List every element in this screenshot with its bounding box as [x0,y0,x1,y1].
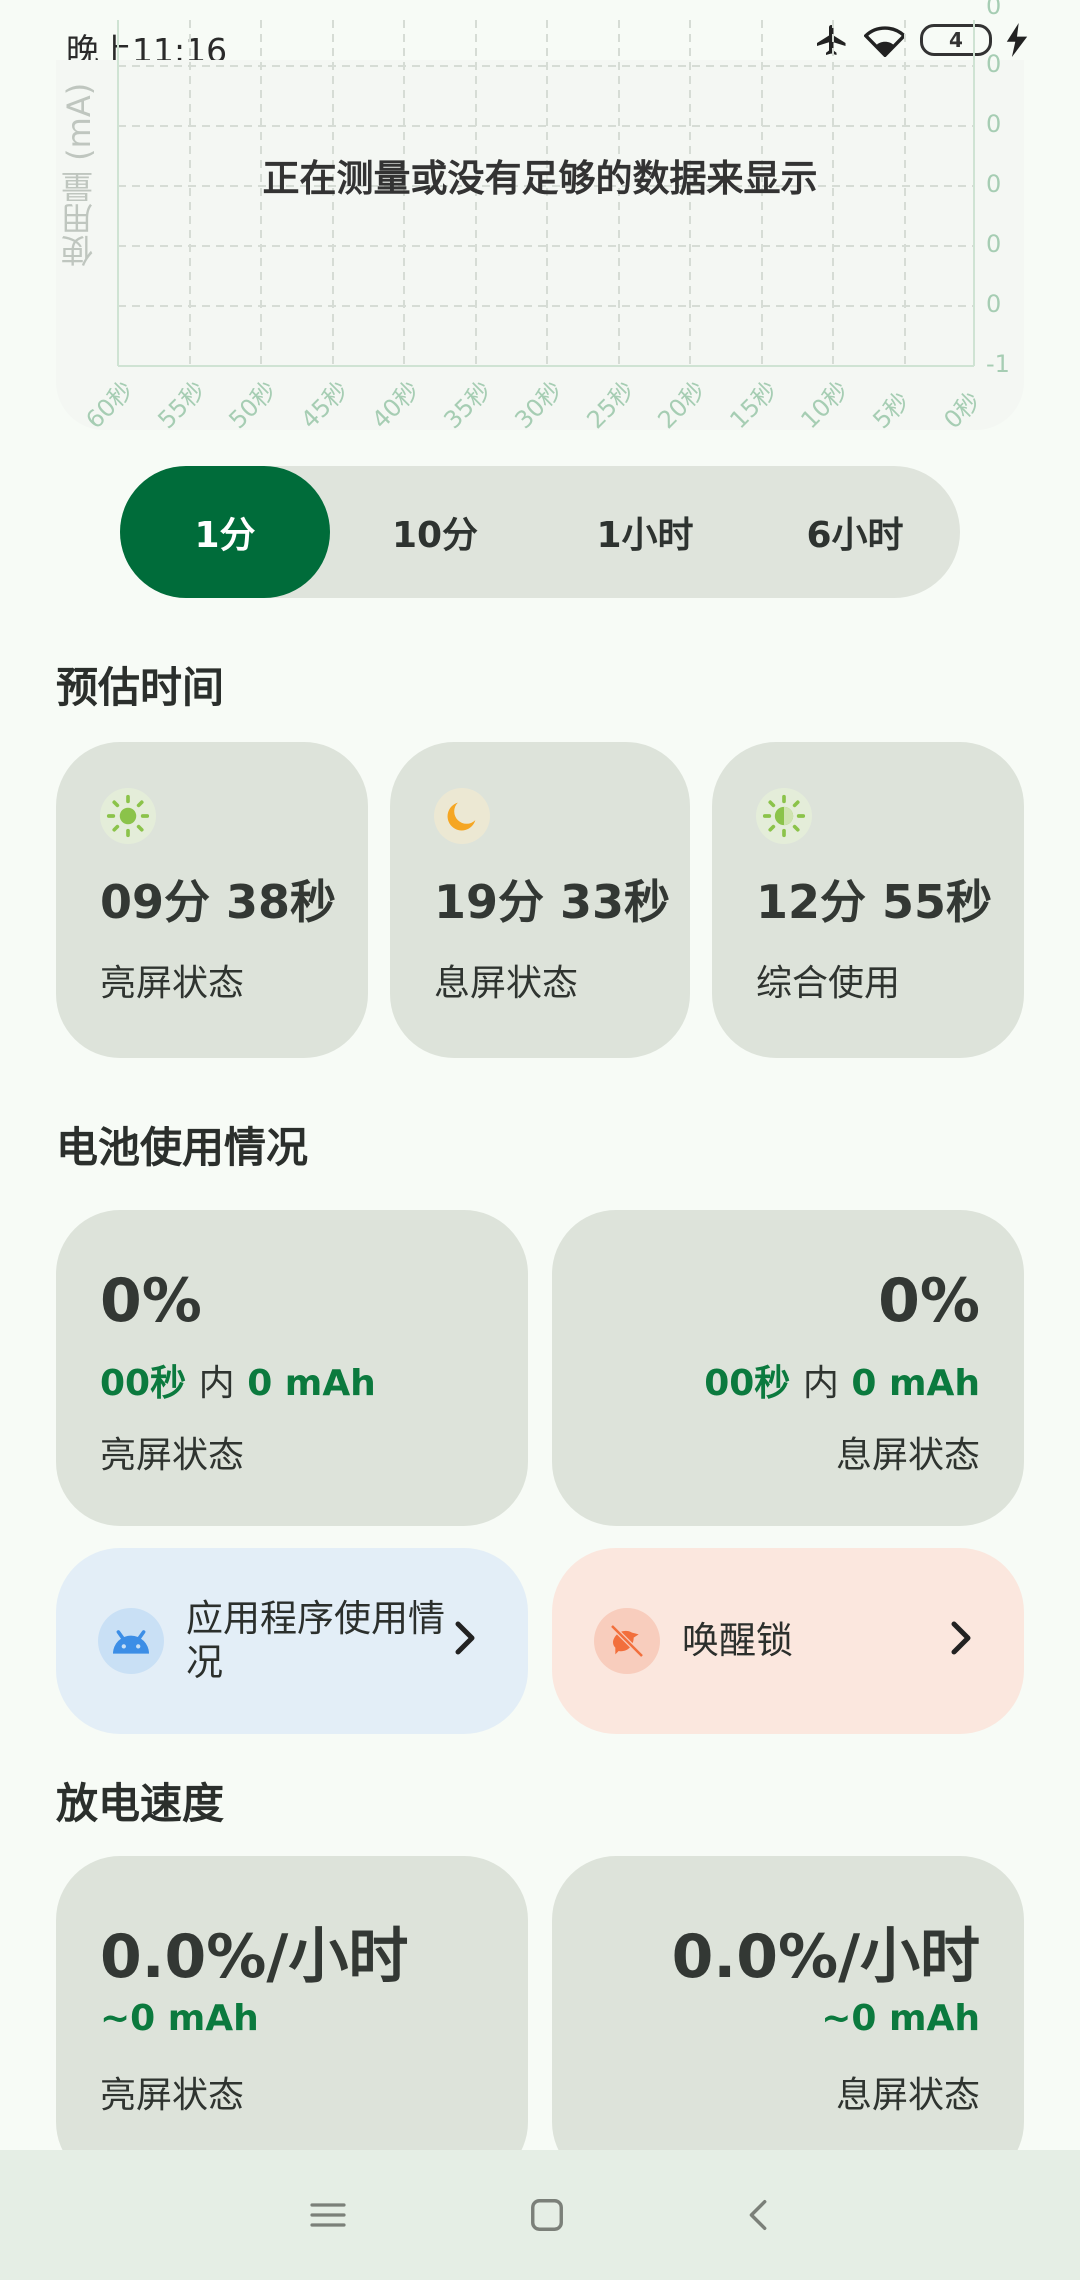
discharge-label: 息屏状态 [835,2075,980,2116]
y-tick: -1 [986,350,1010,378]
x-tick: 55秒 [152,376,210,434]
estimate-value: 09分 38秒 [100,875,337,929]
x-tick: 40秒 [366,376,424,434]
usage-in-text: 内 [802,1363,839,1404]
app-usage-label: 应用程序使用情况 [186,1597,445,1684]
chevron-right-icon [951,1621,971,1655]
range-option-10min[interactable]: 10分 [330,466,540,598]
range-option-1hour[interactable]: 1小时 [540,466,750,598]
moon-icon [434,788,490,844]
discharge-card-screen-off: 0.0%/小时 ~0 mAh 息屏状态 [552,1856,1024,2186]
back-icon[interactable] [746,2196,772,2234]
y-tick: 0 [986,290,1001,318]
android-icon [98,1608,164,1674]
x-tick: 15秒 [724,376,782,434]
wakelock-bird-icon [594,1608,660,1674]
x-tick: 5秒 [867,387,915,435]
usage-graph: 0 0 0 0 0 0 -1 60秒 55秒 50秒 45秒 40秒 35秒 3… [80,0,1010,434]
discharge-rate-value: 0.0%/小时 [100,1922,409,1992]
range-selector: 1分 10分 1小时 6小时 [120,466,960,598]
x-tick: 25秒 [581,376,639,434]
estimate-value: 19分 33秒 [434,875,671,929]
discharge-rate-value: 0.0%/小时 [671,1922,980,1992]
range-option-6hours[interactable]: 6小时 [750,466,960,598]
usage-duration: 00秒 [100,1363,187,1404]
home-icon[interactable] [528,2196,566,2234]
y-tick: 0 [986,170,1001,198]
x-tick: 20秒 [652,376,710,434]
x-tick: 35秒 [438,376,496,434]
estimate-label: 综合使用 [756,963,901,1004]
x-tick: 60秒 [80,376,138,434]
app-usage-button[interactable]: 应用程序使用情况 [56,1548,528,1734]
wakelock-label: 唤醒锁 [682,1619,793,1662]
x-tick: 0秒 [938,387,986,435]
usage-in-text: 内 [198,1363,235,1404]
chevron-right-icon [455,1621,475,1655]
y-tick: 0 [986,0,1001,20]
y-tick: 0 [986,110,1001,138]
estimate-label: 亮屏状态 [100,963,245,1004]
estimate-label: 息屏状态 [434,963,579,1004]
x-tick: 50秒 [223,376,281,434]
usage-percent: 0% [100,1266,202,1336]
battery-usage-title: 电池使用情况 [56,1123,309,1172]
usage-amount: 0 mAh [851,1363,980,1404]
x-tick: 10秒 [795,376,853,434]
estimate-card-combined: 12分 55秒 综合使用 [712,742,1024,1058]
discharge-amount: ~0 mAh [821,1998,980,2039]
usage-card-screen-on: 0% 00秒 内 0 mAh 亮屏状态 [56,1210,528,1526]
usage-card-screen-off: 0% 00秒 内 0 mAh 息屏状态 [552,1210,1024,1526]
usage-label: 亮屏状态 [100,1435,245,1476]
y-tick: 0 [986,230,1001,258]
discharge-amount: ~0 mAh [100,1998,259,2039]
discharge-label: 亮屏状态 [100,2075,245,2116]
y-tick: 0 [986,50,1001,78]
menu-icon[interactable] [308,2198,348,2232]
system-nav-bar [0,2150,1080,2280]
usage-label: 息屏状态 [835,1435,980,1476]
usage-percent: 0% [878,1266,980,1336]
usage-detail: 00秒 内 0 mAh [100,1354,376,1406]
usage-amount: 0 mAh [247,1363,376,1404]
estimate-card-screen-off: 19分 33秒 息屏状态 [390,742,690,1058]
discharge-card-screen-on: 0.0%/小时 ~0 mAh 亮屏状态 [56,1856,528,2186]
combined-sun-moon-icon [756,788,812,844]
graph-y-label: 使用量 (mA) [60,82,98,268]
usage-duration: 00秒 [704,1363,791,1404]
range-option-1min[interactable]: 1分 [120,466,330,598]
graph-x-ticks: 60秒 55秒 50秒 45秒 40秒 35秒 30秒 25秒 20秒 15秒 … [80,376,986,434]
estimated-time-title: 预估时间 [56,663,225,712]
discharge-rate-title: 放电速度 [56,1779,225,1828]
usage-detail: 00秒 内 0 mAh [704,1354,980,1406]
sun-icon [100,788,156,844]
x-tick: 45秒 [295,376,353,434]
wakelock-button[interactable]: 唤醒锁 [552,1548,1024,1734]
x-tick: 30秒 [509,376,567,434]
graph-empty-message: 正在测量或没有足够的数据来显示 [262,157,818,200]
estimate-card-screen-on: 09分 38秒 亮屏状态 [56,742,368,1058]
graph-y-ticks: 0 0 0 0 0 0 -1 [986,0,1010,378]
estimate-value: 12分 55秒 [756,875,993,929]
